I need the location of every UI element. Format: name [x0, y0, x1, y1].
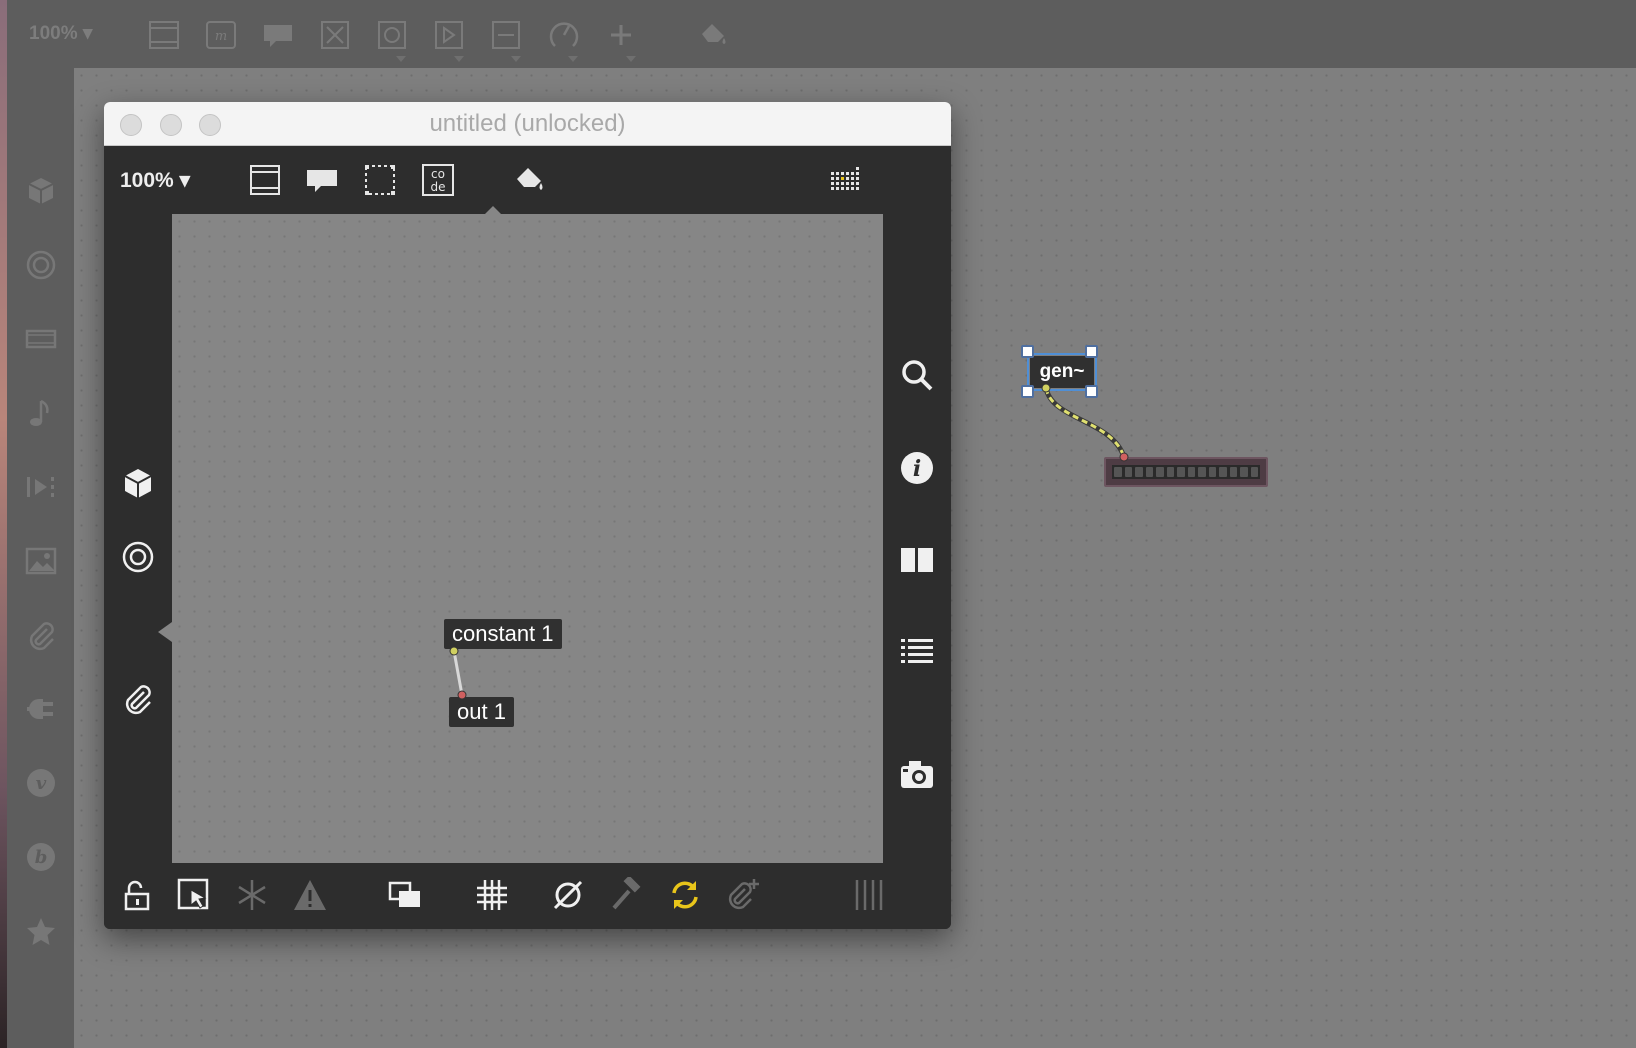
target-icon[interactable]: [118, 537, 158, 577]
button-icon[interactable]: [374, 17, 410, 53]
desktop-background: [0, 0, 7, 1048]
subpatcher-left-sidebar: [104, 214, 172, 863]
tab-pointer: [485, 206, 501, 214]
paperclip-icon[interactable]: [24, 618, 58, 652]
left-sidebar: v b: [7, 68, 74, 1048]
film-icon[interactable]: [24, 322, 58, 356]
grid-keys-icon[interactable]: [825, 160, 865, 200]
target-icon[interactable]: [24, 248, 58, 282]
svg-text:m: m: [215, 29, 227, 44]
select-icon[interactable]: [174, 875, 214, 915]
resize-handle-bottom-left[interactable]: [1021, 385, 1034, 398]
resize-handle-top-right[interactable]: [1085, 345, 1098, 358]
codebox-icon[interactable]: co de: [418, 160, 458, 200]
resize-handle-top-left[interactable]: [1021, 345, 1034, 358]
zoom-menu[interactable]: 100% ▾: [120, 168, 190, 193]
frame-icon[interactable]: [360, 160, 400, 200]
chevron-down-icon[interactable]: [454, 56, 464, 62]
subpatcher-toolbar: 100% ▾ co de: [104, 146, 951, 214]
grid-icon[interactable]: [472, 875, 512, 915]
chevron-down-icon[interactable]: [626, 56, 636, 62]
subpatcher-bottom-toolbar: [104, 863, 951, 929]
comment-icon[interactable]: [302, 160, 342, 200]
hammer-icon[interactable]: [607, 875, 647, 915]
camera-icon[interactable]: [897, 755, 937, 795]
paint-bucket-icon[interactable]: [509, 160, 549, 200]
warning-icon[interactable]: [290, 875, 330, 915]
toggle-x-icon[interactable]: [317, 17, 353, 53]
window-title-bar[interactable]: untitled (unlocked): [104, 102, 951, 146]
subpatcher-patch-cord: [449, 646, 467, 700]
play-icon[interactable]: [431, 17, 467, 53]
gen-object-label: gen~: [1039, 361, 1085, 382]
zoom-menu[interactable]: 100% ▾: [29, 22, 92, 45]
gen-subpatcher-window[interactable]: untitled (unlocked) 100% ▾ co de constan…: [104, 102, 951, 929]
codebox-label-bottom: de: [431, 180, 446, 194]
star-icon[interactable]: [24, 914, 58, 948]
cube-icon[interactable]: [118, 464, 158, 504]
cube-icon[interactable]: [24, 174, 58, 208]
chevron-down-icon[interactable]: [511, 56, 521, 62]
lock-open-icon[interactable]: [116, 875, 156, 915]
gen-object[interactable]: gen~: [1027, 353, 1097, 391]
image-icon[interactable]: [24, 544, 58, 578]
paperclip-icon[interactable]: [118, 679, 158, 719]
vst-v-icon[interactable]: v: [24, 766, 58, 800]
number-box-icon[interactable]: [488, 17, 524, 53]
message-box-icon[interactable]: m: [203, 17, 239, 53]
level-meter-segments: [1112, 465, 1260, 479]
codebox-label-top: co: [431, 167, 445, 181]
chevron-down-icon[interactable]: [396, 56, 406, 62]
patcher-toolbar: 100% ▾ m: [7, 0, 1636, 68]
subpatcher-right-sidebar: i C: [883, 214, 951, 918]
search-icon[interactable]: [897, 355, 937, 395]
paint-bucket-icon[interactable]: [695, 17, 731, 53]
window-title: untitled (unlocked): [429, 110, 626, 137]
info-icon[interactable]: i: [897, 448, 937, 488]
zoom-value: 100%: [120, 169, 174, 192]
bars-icon[interactable]: [849, 875, 889, 915]
paperclip-add-icon[interactable]: [723, 875, 763, 915]
object-box-icon[interactable]: [146, 17, 182, 53]
music-note-icon[interactable]: [24, 396, 58, 430]
comment-icon[interactable]: [260, 17, 296, 53]
columns-icon[interactable]: [897, 540, 937, 580]
svg-text:b: b: [35, 847, 48, 868]
zoom-value: 100%: [29, 23, 78, 44]
refresh-icon[interactable]: [665, 875, 705, 915]
b-icon[interactable]: b: [24, 840, 58, 874]
level-meter-object[interactable]: [1104, 457, 1268, 487]
sidebar-tab-pointer: [158, 622, 172, 642]
info-glyph: i: [913, 456, 921, 482]
svg-text:v: v: [36, 773, 47, 794]
chevron-down-icon[interactable]: [568, 56, 578, 62]
dial-icon[interactable]: [546, 17, 582, 53]
list-icon[interactable]: [897, 632, 937, 672]
resize-handle-bottom-right[interactable]: [1085, 385, 1098, 398]
subpatcher-canvas[interactable]: constant 1 out 1: [172, 214, 883, 863]
null-icon[interactable]: [548, 875, 588, 915]
object-box-icon[interactable]: [245, 160, 285, 200]
add-icon[interactable]: [603, 17, 639, 53]
plug-icon[interactable]: [24, 692, 58, 726]
freeze-icon[interactable]: [232, 875, 272, 915]
layers-icon[interactable]: [385, 875, 425, 915]
step-sequencer-icon[interactable]: [24, 470, 58, 504]
